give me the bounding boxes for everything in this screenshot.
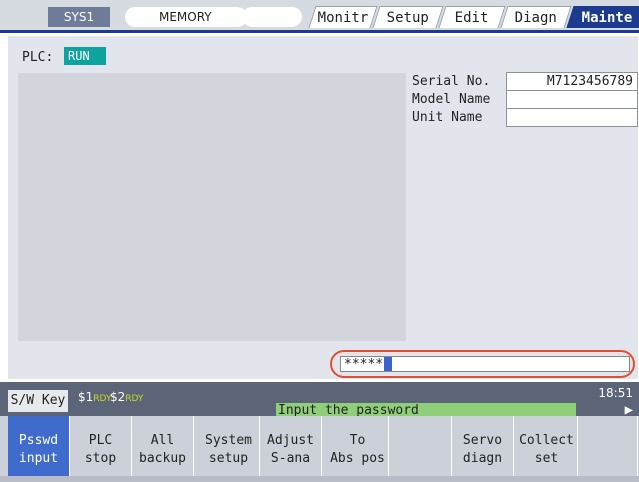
softkey-all-backup[interactable]: All backup — [132, 416, 194, 476]
password-input[interactable]: ***** — [340, 356, 630, 372]
unit-info-table: Serial No. M7123456789 Model Name Unit N… — [408, 72, 638, 127]
tab-setup[interactable]: Setup — [372, 6, 444, 28]
softkey-blank-7[interactable] — [390, 416, 452, 476]
top-bar: SYS1 MEMORY Monitr Setup Edit Diagn Main… — [0, 0, 639, 33]
table-row: Unit Name — [408, 108, 638, 127]
clock: 18:51 — [598, 386, 633, 400]
tab-monitor[interactable]: Monitr — [308, 6, 378, 28]
channel-1-ready: RDY — [93, 394, 112, 404]
password-text: ***** — [344, 357, 384, 372]
tab-underline — [0, 30, 639, 33]
tab-maintenance[interactable]: Mainte — [566, 6, 639, 28]
softkey-collect-set[interactable]: Collect set — [516, 416, 578, 476]
plc-status-badge: RUN — [64, 47, 106, 65]
softkey-plc-stop[interactable]: PLC stop — [70, 416, 132, 476]
text-cursor — [384, 357, 393, 371]
table-row: Model Name — [408, 90, 638, 109]
bottom-strip — [0, 476, 639, 482]
sw-key-button[interactable]: S/W Key — [8, 390, 68, 412]
channel-1-status: $1RDY — [78, 390, 112, 404]
model-name-value — [506, 90, 638, 109]
channel-2-ready: RDY — [125, 394, 144, 404]
system-selector[interactable]: SYS1 — [48, 7, 110, 27]
plc-label: PLC: — [22, 50, 54, 65]
operation-mode: MEMORY — [125, 7, 247, 27]
softkey-password-input[interactable]: Psswd input — [8, 416, 70, 476]
password-highlight: ***** — [330, 350, 635, 378]
softkey-servo-diagn[interactable]: Servo diagn — [452, 416, 514, 476]
unit-name-value — [506, 108, 638, 127]
mode-indicator-blank — [242, 7, 302, 27]
softkey-system-setup[interactable]: System setup — [198, 416, 260, 476]
tab-edit[interactable]: Edit — [438, 6, 506, 28]
unit-name-label: Unit Name — [412, 110, 483, 125]
softkey-adjust-s-ana[interactable]: Adjust S-ana — [260, 416, 322, 476]
display-area — [18, 73, 406, 341]
tab-diagnosis[interactable]: Diagn — [500, 6, 572, 28]
maintenance-panel: PLC: RUN Serial No. M7123456789 Model Na… — [8, 36, 638, 379]
softkey-to-abs-pos[interactable]: To Abs pos — [327, 416, 389, 476]
channel-2-status: $2RDY — [110, 390, 144, 404]
model-name-label: Model Name — [412, 92, 491, 107]
table-row: Serial No. M7123456789 — [408, 72, 638, 91]
softkey-blank-10[interactable] — [580, 416, 638, 476]
softkey-bar: Psswd input PLC stop All backup System setup… — [0, 416, 639, 482]
status-bar: S/W Key $1RDY $2RDY 18:51 Input the pass… — [0, 382, 639, 419]
serial-no-label: Serial No. — [412, 74, 491, 89]
serial-no-value: M7123456789 — [506, 72, 638, 91]
